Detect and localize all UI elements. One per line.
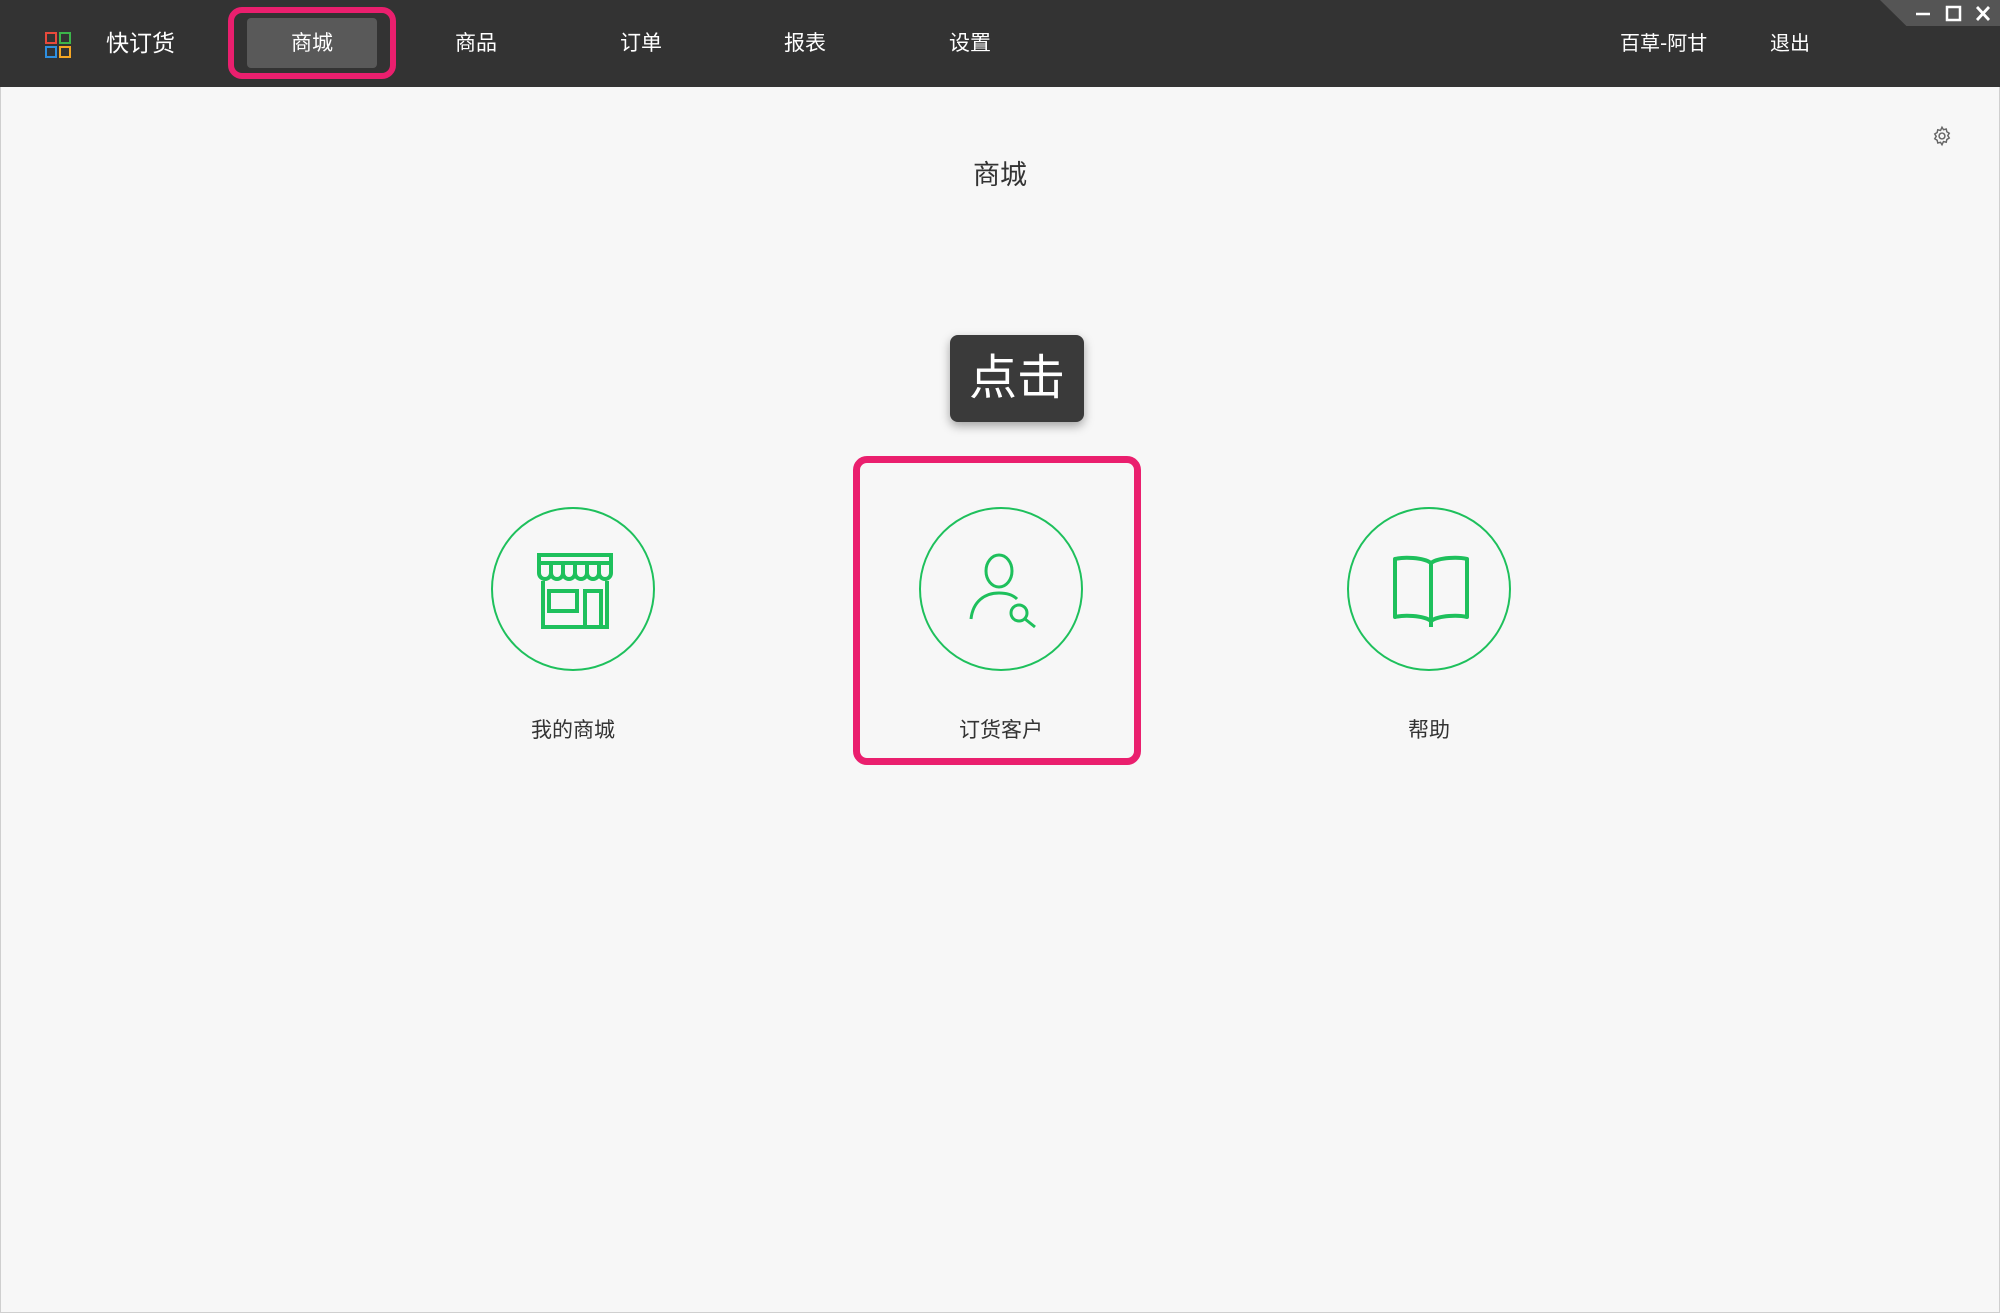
nav-item-reports[interactable]: 报表 (740, 18, 870, 68)
tile-circle (919, 507, 1083, 671)
gear-icon[interactable] (1931, 125, 1953, 147)
book-icon (1393, 555, 1469, 627)
nav-item-products[interactable]: 商品 (411, 18, 541, 68)
nav-item-settings[interactable]: 设置 (905, 18, 1035, 68)
click-hint-tooltip: 点击 (950, 335, 1084, 422)
store-icon (537, 553, 613, 629)
tile-circle (491, 507, 655, 671)
top-bar: 快订货 商城 商品 订单 报表 设置 百草-阿甘 退出 (0, 0, 2000, 87)
tile-help[interactable]: 帮助 (1311, 505, 1551, 765)
window-controls (1880, 0, 2000, 26)
nav-item-orders[interactable]: 订单 (576, 18, 706, 68)
tile-circle (1347, 507, 1511, 671)
user-name: 百草-阿甘 (1620, 31, 1708, 55)
tile-label: 订货客户 (959, 718, 1043, 742)
tile-label: 我的商城 (531, 718, 615, 742)
app-grid-icon[interactable] (45, 32, 71, 58)
tile-ordering-customers[interactable]: 订货客户 (883, 505, 1123, 765)
tile-my-mall[interactable]: 我的商城 (455, 505, 695, 765)
page-title: 商城 (973, 160, 1027, 191)
tile-label: 帮助 (1408, 718, 1450, 742)
nav-highlight-box (228, 7, 396, 79)
minimize-icon[interactable] (1910, 2, 1936, 26)
app-title: 快订货 (106, 31, 175, 57)
logout-link[interactable]: 退出 (1770, 28, 1810, 58)
close-icon[interactable] (1970, 2, 1996, 26)
customer-search-icon (969, 553, 1036, 629)
maximize-icon[interactable] (1940, 2, 1966, 26)
